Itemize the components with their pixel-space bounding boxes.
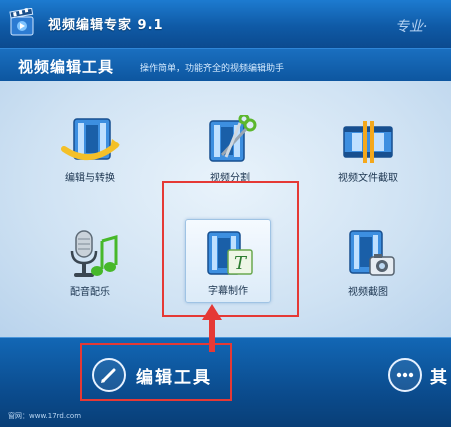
app-title: 视频编辑专家 9.1 — [48, 18, 164, 33]
tool-dubbing-music[interactable]: 配音配乐 — [48, 229, 132, 313]
app-slogan: 专业· — [395, 19, 428, 35]
footer-url: 窗网：www.17rd.com — [8, 412, 82, 420]
more-dots-icon — [388, 358, 422, 392]
tool-screenshot[interactable]: 视频截图 — [326, 229, 410, 313]
film-subtitle-icon: T — [207, 231, 253, 275]
edit-tools-label: 编辑工具 — [136, 367, 212, 388]
section-subtitle: 操作简单，功能齐全的视频编辑助手 — [140, 64, 285, 74]
section-title: 视频编辑工具 — [18, 58, 115, 76]
other-nav-button[interactable]: 其 — [388, 358, 449, 392]
tool-label: 视频分割 — [210, 173, 250, 184]
title-bar: 视频编辑专家 9.1 专业· — [0, 0, 451, 48]
app-logo-icon — [9, 8, 34, 36]
tool-label: 配音配乐 — [70, 287, 110, 298]
tool-label: 编辑与转换 — [65, 173, 115, 184]
tool-label: 视频截图 — [348, 287, 388, 298]
film-scissors-icon — [209, 115, 257, 162]
tool-subtitle[interactable]: T 字幕制作 — [185, 219, 271, 303]
tool-label: 字幕制作 — [208, 286, 248, 297]
film-convert-icon — [61, 118, 120, 160]
edit-tools-nav-button[interactable]: 编辑工具 — [92, 358, 212, 392]
film-trim-icon — [343, 121, 393, 163]
tool-label: 视频文件截取 — [338, 173, 398, 184]
app-window: 视频编辑专家 9.1 专业· 视频编辑工具 操作简单，功能齐全的视频编辑助手 编… — [0, 0, 451, 427]
section-header: 视频编辑工具 操作简单，功能齐全的视频编辑助手 — [0, 48, 451, 82]
tool-video-trim[interactable]: 视频文件截取 — [326, 115, 410, 199]
microphone-music-icon — [70, 230, 118, 277]
svg-text:T: T — [234, 253, 248, 274]
tool-edit-convert[interactable]: 编辑与转换 — [48, 115, 132, 199]
pencil-icon — [92, 358, 126, 392]
tools-panel: 编辑与转换 视频分割 视频文件截取 配音配乐 T 字幕制作 视频截图 — [0, 81, 451, 337]
tool-video-split[interactable]: 视频分割 — [188, 115, 272, 199]
other-label: 其 — [430, 367, 449, 388]
film-camera-icon — [349, 230, 395, 276]
